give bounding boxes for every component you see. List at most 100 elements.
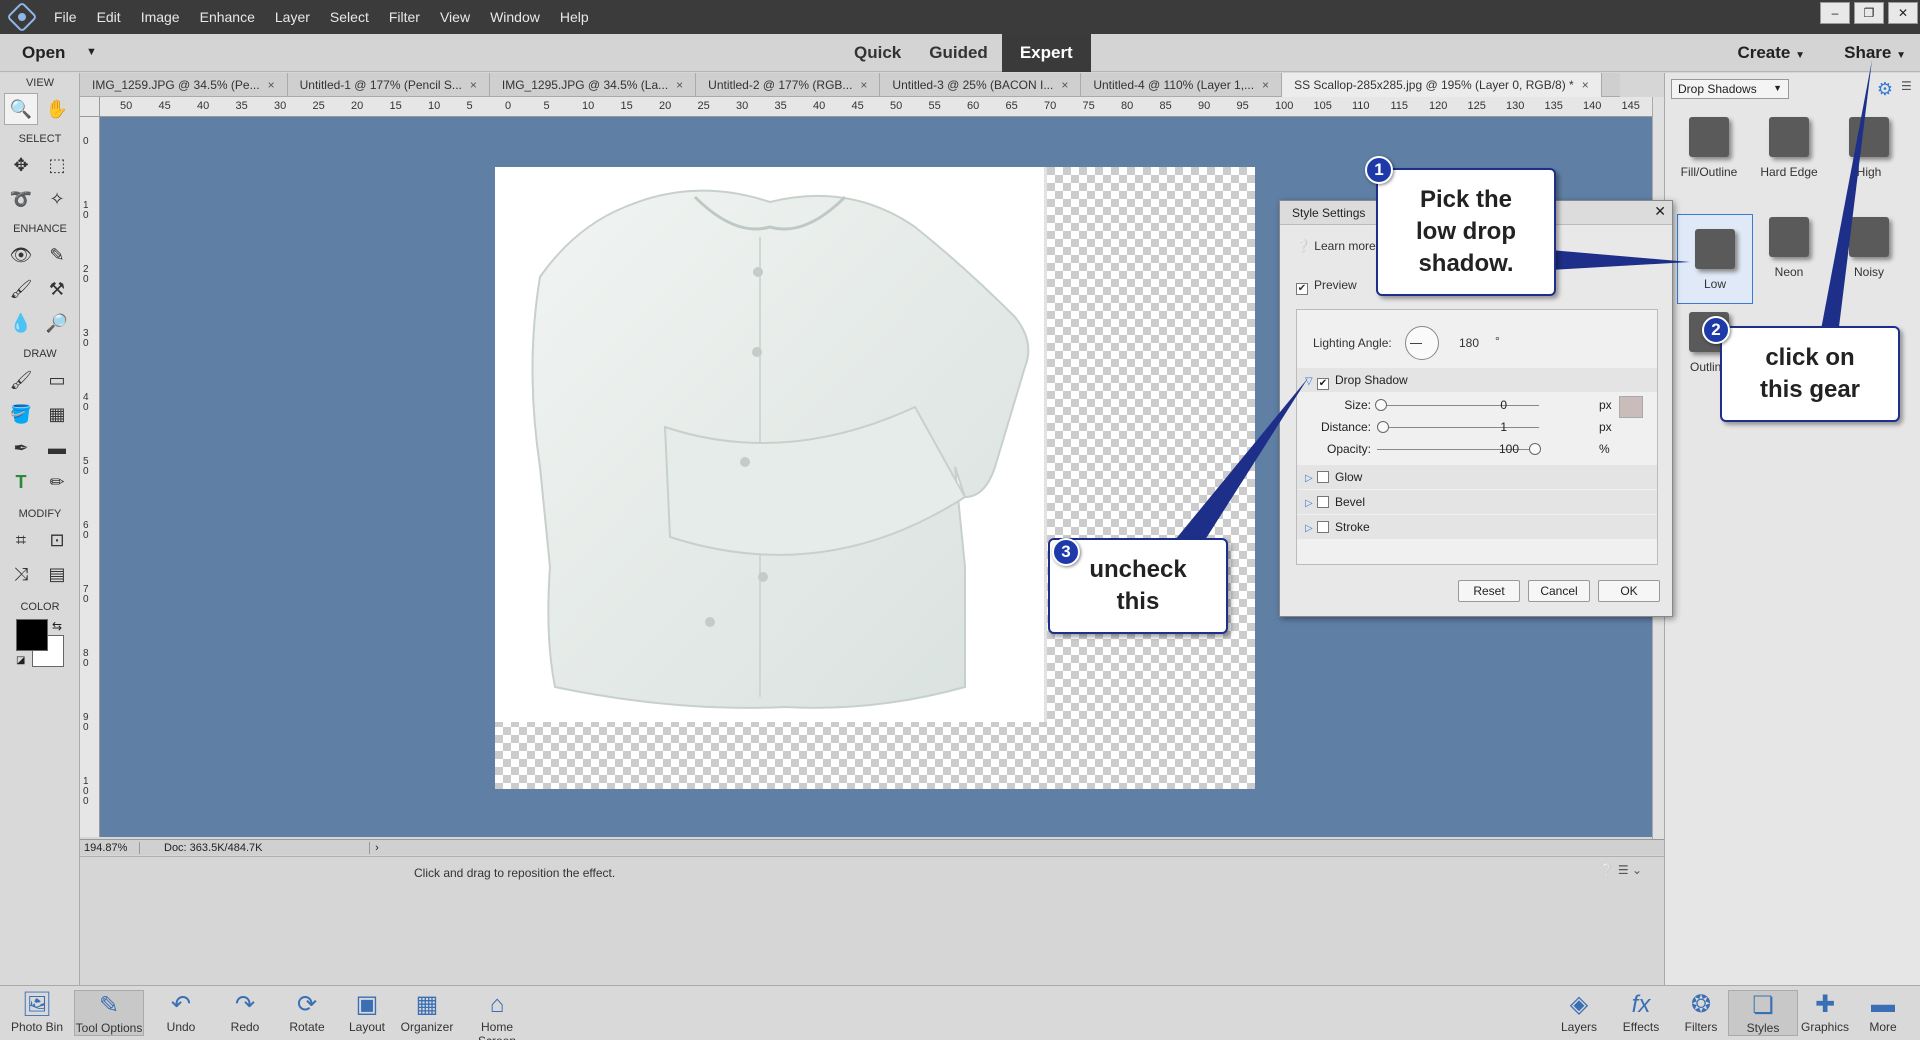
recompose-icon[interactable]: ⊡ xyxy=(40,524,74,556)
foreground-color-swatch[interactable] xyxy=(16,619,48,651)
mode-tab-quick[interactable]: Quick xyxy=(840,34,915,72)
close-icon[interactable]: ✕ xyxy=(1654,203,1666,220)
menu-edit[interactable]: Edit xyxy=(87,9,131,25)
doc-tab[interactable]: IMG_1259.JPG @ 34.5% (Pe... × xyxy=(80,73,288,97)
swap-colors-icon[interactable]: ⇆ xyxy=(52,619,62,633)
bandage-icon[interactable]: ✎ xyxy=(40,239,74,271)
opacity-value[interactable]: 100 xyxy=(1479,442,1519,456)
minimize-button[interactable]: – xyxy=(1820,2,1850,24)
open-button[interactable]: Open xyxy=(22,43,65,63)
style-noisy[interactable]: Noisy xyxy=(1831,203,1907,293)
home-screen-button[interactable]: ⌂Home Screen xyxy=(462,990,532,1040)
close-tab-icon[interactable]: × xyxy=(470,78,477,92)
ok-button[interactable]: OK xyxy=(1598,580,1660,602)
menu-file[interactable]: File xyxy=(44,9,87,25)
type-icon[interactable]: T xyxy=(4,466,38,498)
styles-category-dropdown[interactable]: Drop Shadows ▼ xyxy=(1671,79,1789,99)
brush-enhance-icon[interactable]: 🖌 xyxy=(4,273,38,305)
create-button[interactable]: Create ▼ xyxy=(1737,43,1805,63)
menu-help[interactable]: Help xyxy=(550,9,599,25)
expand-right-icon[interactable]: ▷ xyxy=(1305,492,1317,516)
bevel-checkbox[interactable] xyxy=(1317,496,1329,508)
preview-checkbox-row[interactable]: ✔ Preview xyxy=(1296,278,1357,295)
glow-checkbox[interactable] xyxy=(1317,471,1329,483)
style-neon[interactable]: Neon xyxy=(1751,203,1827,293)
close-tab-icon[interactable]: × xyxy=(1582,78,1589,92)
bevel-header[interactable]: ▷ Bevel xyxy=(1297,490,1657,514)
shape-icon[interactable]: ▬ xyxy=(40,432,74,464)
mode-tab-expert[interactable]: Expert xyxy=(1001,34,1091,72)
menu-image[interactable]: Image xyxy=(131,9,190,25)
menu-filter[interactable]: Filter xyxy=(379,9,430,25)
style-high[interactable]: High xyxy=(1831,103,1907,193)
stroke-header[interactable]: ▷ Stroke xyxy=(1297,515,1657,539)
doc-tab[interactable]: Untitled-3 @ 25% (BACON I... × xyxy=(880,73,1082,97)
content-move-icon[interactable]: ⤨ xyxy=(4,558,38,590)
open-caret-icon[interactable]: ▼ xyxy=(86,46,97,58)
eyedropper-icon[interactable]: ✒ xyxy=(4,432,38,464)
crop-icon[interactable]: ⌗ xyxy=(4,524,38,556)
distance-slider-knob[interactable] xyxy=(1377,421,1389,433)
stroke-checkbox[interactable] xyxy=(1317,521,1329,533)
doc-tab[interactable]: Untitled-2 @ 177% (RGB... × xyxy=(696,73,881,97)
cancel-button[interactable]: Cancel xyxy=(1528,580,1590,602)
share-button[interactable]: Share ▼ xyxy=(1844,43,1906,63)
chevron-down-icon[interactable]: ⌄ xyxy=(1632,863,1642,877)
opacity-slider-knob[interactable] xyxy=(1529,443,1541,455)
zoom-readout[interactable]: 194.87% xyxy=(80,841,140,854)
pencil-icon[interactable]: ✏ xyxy=(40,466,74,498)
organizer-button[interactable]: ▦ Organizer xyxy=(392,990,462,1034)
styles-button[interactable]: ❏ Styles xyxy=(1728,990,1798,1036)
marquee-icon[interactable]: ⬚ xyxy=(40,149,74,181)
close-tab-icon[interactable]: × xyxy=(1262,78,1269,92)
straighten-icon[interactable]: ▤ xyxy=(40,558,74,590)
close-window-button[interactable]: ✕ xyxy=(1888,2,1918,24)
close-tab-icon[interactable]: × xyxy=(860,78,867,92)
close-tab-icon[interactable]: × xyxy=(676,78,683,92)
expand-right-icon[interactable]: ▷ xyxy=(1305,467,1317,491)
doc-tab[interactable]: Untitled-4 @ 110% (Layer 1,... × xyxy=(1081,73,1283,97)
doc-tab-active[interactable]: SS Scallop-285x285.jpg @ 195% (Layer 0, … xyxy=(1282,73,1602,97)
style-hard-edge[interactable]: Hard Edge xyxy=(1751,103,1827,193)
eye-icon[interactable]: 👁 xyxy=(4,239,38,271)
drop-shadow-header[interactable]: ▽ ✔ Drop Shadow xyxy=(1297,368,1657,392)
size-value[interactable]: 0 xyxy=(1467,398,1507,412)
restore-button[interactable]: ❐ xyxy=(1854,2,1884,24)
style-fill-outline[interactable]: Fill/Outline xyxy=(1671,103,1747,193)
eraser-icon[interactable]: ▭ xyxy=(40,364,74,396)
photo-bin-button[interactable]: 🖼 Photo Bin xyxy=(2,990,72,1034)
lighting-angle-value[interactable]: 180 xyxy=(1459,336,1479,350)
menu-enhance[interactable]: Enhance xyxy=(190,9,265,25)
move-icon[interactable]: ✥ xyxy=(4,149,38,181)
drop-shadow-checkbox[interactable]: ✔ xyxy=(1317,378,1329,390)
magic-wand-icon[interactable]: ✧ xyxy=(40,183,74,215)
more-button[interactable]: ▬ More xyxy=(1848,990,1918,1034)
preview-checkbox[interactable]: ✔ xyxy=(1296,283,1308,295)
sponge-icon[interactable]: 🔎 xyxy=(40,307,74,339)
hand-icon[interactable]: ✋ xyxy=(40,93,74,125)
zoom-icon[interactable]: 🔍 xyxy=(4,93,38,125)
size-slider-track[interactable] xyxy=(1377,405,1539,406)
menu-layer[interactable]: Layer xyxy=(265,9,320,25)
close-tab-icon[interactable]: × xyxy=(268,78,275,92)
tool-options-button[interactable]: ✎ Tool Options xyxy=(74,990,144,1036)
stamp-icon[interactable]: ⚒ xyxy=(40,273,74,305)
gradient-icon[interactable]: ▦ xyxy=(40,398,74,430)
close-tab-icon[interactable]: × xyxy=(1061,78,1068,92)
menu-select[interactable]: Select xyxy=(320,9,379,25)
image-document[interactable] xyxy=(495,167,1255,789)
default-colors-icon[interactable]: ◪ xyxy=(16,655,25,666)
status-arrow-icon[interactable]: › xyxy=(370,842,384,854)
redo-button[interactable]: ↷ Redo xyxy=(210,990,280,1034)
doc-tab[interactable]: IMG_1295.JPG @ 34.5% (La... × xyxy=(490,73,697,97)
expand-right-icon[interactable]: ▷ xyxy=(1305,517,1317,541)
list-icon[interactable]: ☰ xyxy=(1618,863,1629,877)
brush-icon[interactable]: 🖌 xyxy=(4,364,38,396)
doc-tab[interactable]: Untitled-1 @ 177% (Pencil S... × xyxy=(288,73,490,97)
help-icon[interactable]: ❔ xyxy=(1600,863,1615,877)
menu-window[interactable]: Window xyxy=(480,9,550,25)
learn-more-link[interactable]: ❔ Learn more xyxy=(1296,239,1376,253)
undo-button[interactable]: ↶ Undo xyxy=(146,990,216,1034)
menu-view[interactable]: View xyxy=(430,9,480,25)
glow-header[interactable]: ▷ Glow xyxy=(1297,465,1657,489)
